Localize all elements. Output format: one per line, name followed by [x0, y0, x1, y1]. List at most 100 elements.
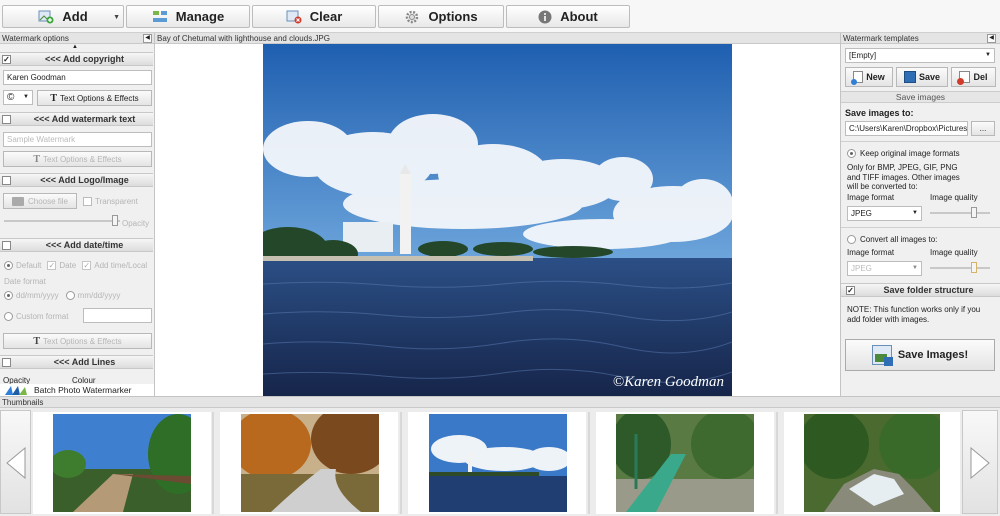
- thumbnail-4[interactable]: [596, 412, 774, 514]
- options-button[interactable]: Options: [378, 5, 504, 28]
- add-button[interactable]: Add ▼: [2, 5, 124, 28]
- datetime-options-row: Default ✓ Date ✓ Add time/Local: [4, 261, 147, 270]
- watermark-text-checkbox[interactable]: [2, 115, 11, 124]
- template-select[interactable]: [Empty] ▼: [845, 48, 995, 63]
- info-icon: [538, 10, 552, 23]
- templates-title: Watermark templates: [841, 33, 1000, 44]
- convert-quality-slider[interactable]: [930, 262, 990, 274]
- chevron-down-icon: ▼: [912, 210, 918, 216]
- lighthouse-thumb-photo: [429, 414, 567, 512]
- format-mmdd-radio[interactable]: [65, 291, 75, 300]
- thumbnails-prev-button[interactable]: [0, 410, 31, 514]
- format-mmdd-label: mm/dd/yyyy: [77, 291, 121, 300]
- transparent-checkbox[interactable]: [83, 197, 92, 206]
- new-template-button[interactable]: New: [845, 67, 893, 87]
- image-format-select[interactable]: JPEG ▼: [847, 206, 922, 221]
- save-images-icon: [871, 345, 893, 366]
- save-folder-structure-header[interactable]: ✓ Save folder structure: [841, 283, 1000, 297]
- toolbar: Add ▼ Manage Clear Options About: [0, 0, 1000, 33]
- watermark-text-input[interactable]: Sample Watermark: [3, 132, 152, 147]
- lighthouse-photo: [263, 44, 732, 396]
- datetime-date-label: Date: [59, 261, 77, 270]
- copyright-symbol: ©: [7, 92, 15, 103]
- thumbnails-title: Thumbnails: [0, 397, 1000, 408]
- logo-opacity-slider[interactable]: [4, 215, 120, 227]
- clear-button[interactable]: Clear: [252, 5, 376, 28]
- manage-label: Manage: [175, 9, 225, 24]
- add-logo-header[interactable]: <<< Add Logo/Image: [0, 173, 153, 187]
- keep-original-note: Only for BMP, JPEG, GIF, PNG and TIFF im…: [847, 163, 960, 191]
- logo-header-label: <<< Add Logo/Image: [40, 175, 129, 185]
- copyright-checkbox[interactable]: ✓: [2, 55, 11, 64]
- thumbnail-3[interactable]: [408, 412, 586, 514]
- collapse-right-icon[interactable]: ◀: [987, 34, 996, 43]
- thumbnail-1[interactable]: [33, 412, 211, 514]
- options-label: Options: [428, 9, 478, 24]
- image-format-label-2: Image format: [847, 248, 895, 257]
- thumb-separator: [588, 412, 590, 514]
- thumbnail-5[interactable]: [784, 412, 960, 514]
- add-datetime-header[interactable]: <<< Add date/time: [0, 238, 153, 252]
- choose-file-button[interactable]: Choose file: [3, 193, 77, 209]
- choose-file-label: Choose file: [27, 196, 69, 206]
- chevron-down-icon[interactable]: ▼: [113, 14, 120, 21]
- convert-all-label: Convert all images to:: [860, 235, 938, 244]
- folder-note: NOTE: This function works only if you ad…: [847, 305, 981, 324]
- custom-format-label: Custom format: [16, 312, 69, 321]
- text-icon: T: [33, 335, 41, 347]
- image-preview-panel: Bay of Chetumal with lighthouse and clou…: [155, 33, 840, 396]
- custom-format-radio[interactable]: [4, 312, 13, 321]
- format-ddmm-radio[interactable]: [4, 291, 13, 300]
- save-template-button[interactable]: Save: [896, 67, 948, 87]
- collapse-left-icon[interactable]: ◀: [143, 34, 152, 43]
- convert-all-radio[interactable]: [847, 235, 856, 244]
- add-label: Add: [62, 9, 88, 24]
- datetime-default-radio[interactable]: [4, 261, 13, 270]
- lines-checkbox[interactable]: [2, 358, 11, 367]
- watermark-overlay: ©Karen Goodman: [612, 374, 724, 390]
- folder-icon: [11, 196, 24, 206]
- del-label: Del: [973, 72, 988, 82]
- add-copyright-header[interactable]: ✓ <<< Add copyright: [0, 52, 153, 66]
- watermark-text-header-label: <<< Add watermark text: [33, 114, 136, 124]
- custom-format-input[interactable]: [83, 308, 152, 323]
- datetime-date-checkbox[interactable]: ✓: [47, 261, 57, 270]
- thumb-separator: [212, 412, 214, 514]
- keep-original-label: Keep original image formats: [860, 149, 960, 158]
- floppy-icon: [903, 71, 916, 83]
- copyright-text-options-label: Text Options & Effects: [60, 93, 139, 103]
- keep-original-radio[interactable]: [847, 149, 856, 158]
- preview-image[interactable]: ©Karen Goodman: [263, 44, 732, 396]
- save-images-button[interactable]: Save Images!: [845, 339, 995, 371]
- copyright-text-input[interactable]: Karen Goodman: [3, 70, 152, 85]
- logo-checkbox[interactable]: [2, 176, 11, 185]
- copyright-text-options-button[interactable]: T Text Options & Effects: [37, 90, 152, 106]
- add-watermark-text-header[interactable]: <<< Add watermark text: [0, 112, 153, 126]
- clear-icon: [286, 10, 302, 23]
- thumbnails-next-button[interactable]: [962, 410, 998, 514]
- datetime-text-options-button[interactable]: T Text Options & Effects: [3, 333, 152, 349]
- copyright-symbol-select[interactable]: © ▼: [3, 90, 33, 105]
- watermark-text-options-button[interactable]: T Text Options & Effects: [3, 151, 152, 167]
- browse-button[interactable]: ...: [971, 121, 995, 136]
- image-quality-slider[interactable]: [930, 207, 990, 219]
- save-folder-label: Save folder structure: [883, 285, 974, 295]
- arrow-left-icon: [6, 447, 26, 479]
- watermark-text-options-label: Text Options & Effects: [43, 154, 122, 164]
- logo-opacity-label: Opacity: [122, 219, 150, 228]
- datetime-time-checkbox[interactable]: ✓: [82, 261, 92, 270]
- arrow-right-icon: [970, 447, 990, 479]
- keep-original-option: Keep original image formats: [847, 149, 960, 158]
- datetime-checkbox[interactable]: [2, 241, 11, 250]
- copyright-header-label: <<< Add copyright: [45, 54, 124, 64]
- convert-all-option: Convert all images to:: [847, 235, 937, 244]
- add-lines-header[interactable]: <<< Add Lines: [0, 355, 153, 369]
- manage-button[interactable]: Manage: [126, 5, 250, 28]
- save-folder-checkbox[interactable]: ✓: [846, 286, 855, 295]
- delete-template-button[interactable]: Del: [951, 67, 996, 87]
- thumbnail-2[interactable]: [220, 412, 398, 514]
- about-button[interactable]: About: [506, 5, 630, 28]
- scroll-up-icon[interactable]: ▲: [72, 44, 78, 50]
- save-path-input[interactable]: C:\Users\Karen\Dropbox\Pictures: [845, 121, 968, 136]
- convert-format-select[interactable]: JPEG ▼: [847, 261, 922, 276]
